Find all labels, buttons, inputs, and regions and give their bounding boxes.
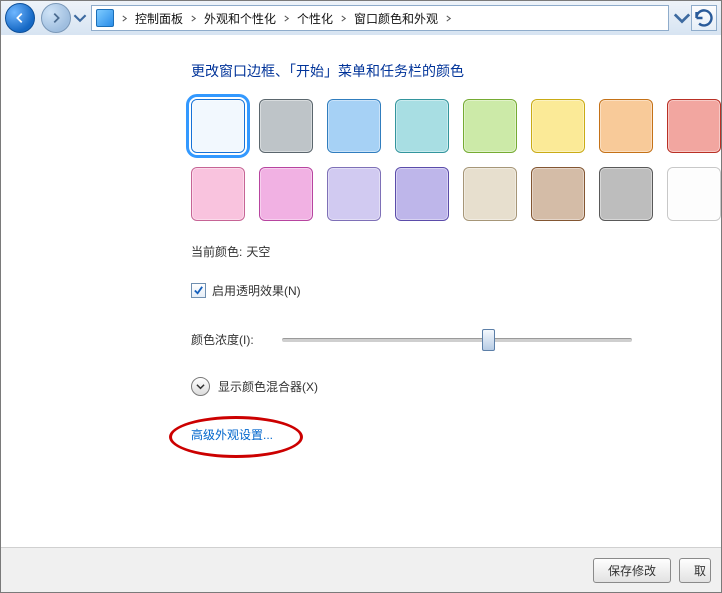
color-swatch-teal[interactable] — [395, 99, 449, 153]
color-swatch-green[interactable] — [463, 99, 517, 153]
color-swatch-graphite[interactable] — [259, 99, 313, 153]
breadcrumb-sep[interactable] — [337, 6, 350, 30]
color-swatch-blue[interactable] — [327, 99, 381, 153]
show-color-mixer-label: 显示颜色混合器(X) — [218, 378, 318, 395]
enable-transparency-label: 启用透明效果(N) — [212, 282, 301, 299]
breadcrumb-item[interactable]: 窗口颜色和外观 — [350, 6, 442, 30]
color-swatch-red[interactable] — [667, 99, 721, 153]
footer-bar: 保存修改 取 — [1, 547, 721, 592]
enable-transparency-checkbox[interactable] — [191, 283, 206, 298]
breadcrumb-sep[interactable] — [187, 6, 200, 30]
address-dropdown[interactable] — [673, 4, 691, 32]
window-color-appearance: 控制面板外观和个性化个性化窗口颜色和外观 更改窗口边框、「开始」菜单和任务栏的颜… — [0, 0, 722, 593]
header-bar: 控制面板外观和个性化个性化窗口颜色和外观 — [1, 1, 721, 36]
current-color-label: 当前颜色: — [191, 243, 242, 260]
color-swatch-slate[interactable] — [599, 167, 653, 221]
transparency-row: 启用透明效果(N) — [191, 282, 721, 299]
refresh-button[interactable] — [691, 5, 717, 31]
forward-button[interactable] — [41, 3, 71, 33]
cancel-button[interactable]: 取 — [679, 558, 711, 583]
color-mixer-row: 显示颜色混合器(X) — [191, 377, 721, 396]
color-swatch-sky[interactable] — [191, 99, 245, 153]
color-swatch-lavender[interactable] — [327, 167, 381, 221]
show-color-mixer-toggle[interactable] — [191, 377, 210, 396]
slider-track — [282, 338, 632, 342]
color-swatch-yellow[interactable] — [531, 99, 585, 153]
content-area: 更改窗口边框、「开始」菜单和任务栏的颜色 当前颜色: 天空 启用透明效果(N) … — [1, 35, 721, 548]
advanced-appearance-link[interactable]: 高级外观设置... — [191, 428, 273, 442]
breadcrumb-item[interactable]: 控制面板 — [131, 6, 187, 30]
back-button[interactable] — [5, 3, 35, 33]
breadcrumb-sep[interactable] — [442, 6, 455, 30]
breadcrumb-bar[interactable]: 控制面板外观和个性化个性化窗口颜色和外观 — [91, 5, 669, 31]
color-swatch-fuchsia[interactable] — [259, 167, 313, 221]
breadcrumb-sep[interactable] — [280, 6, 293, 30]
history-dropdown[interactable] — [73, 4, 87, 32]
slider-thumb[interactable] — [482, 329, 495, 351]
color-swatch-pink[interactable] — [191, 167, 245, 221]
color-swatch-orange[interactable] — [599, 99, 653, 153]
breadcrumb-sep[interactable] — [118, 6, 131, 30]
breadcrumb-item[interactable]: 外观和个性化 — [200, 6, 280, 30]
color-intensity-slider[interactable] — [282, 329, 632, 349]
intensity-row: 颜色浓度(I): — [191, 329, 721, 349]
current-color-row: 当前颜色: 天空 — [191, 243, 721, 260]
save-button[interactable]: 保存修改 — [593, 558, 671, 583]
breadcrumb-item[interactable]: 个性化 — [293, 6, 337, 30]
current-color-value: 天空 — [246, 243, 270, 260]
location-icon — [96, 9, 114, 27]
color-swatch-tan[interactable] — [463, 167, 517, 221]
color-swatch-frost[interactable] — [667, 167, 721, 221]
color-intensity-label: 颜色浓度(I): — [191, 331, 254, 348]
color-swatches — [191, 99, 721, 221]
color-swatch-violet[interactable] — [395, 167, 449, 221]
color-swatch-chocolate[interactable] — [531, 167, 585, 221]
page-title: 更改窗口边框、「开始」菜单和任务栏的颜色 — [191, 61, 721, 81]
